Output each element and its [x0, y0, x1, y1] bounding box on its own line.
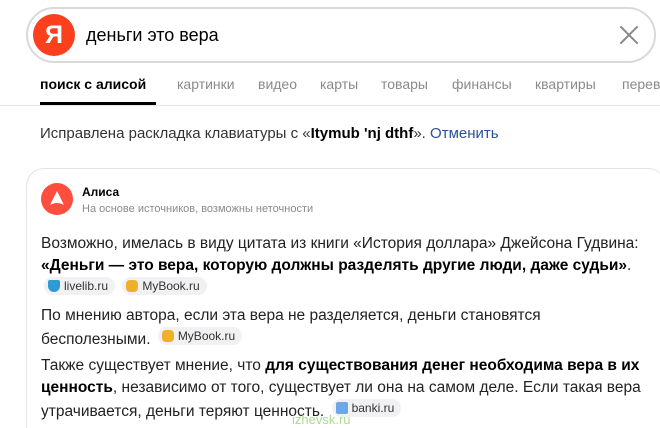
watermark: izhevsk.ru [292, 412, 351, 427]
alisa-answer-card: Алиса На основе источников, возможны нет… [26, 168, 660, 428]
tab-alisa[interactable]: поиск с алисой [40, 76, 146, 92]
search-bar: Я [26, 7, 656, 63]
p2-text: По мнению автора, если эта вера не разде… [41, 307, 541, 348]
tab-maps[interactable]: карты [320, 76, 358, 92]
source-label: MyBook.ru [142, 279, 200, 293]
mybook-icon [161, 330, 174, 342]
tab-video[interactable]: видео [258, 76, 297, 92]
source-label: MyBook.ru [177, 329, 236, 343]
tab-products[interactable]: товары [381, 76, 428, 92]
tab-translate[interactable]: перев [622, 76, 660, 92]
fix-note-suffix: ». [413, 125, 431, 142]
undo-link[interactable]: Отменить [430, 125, 499, 142]
tab-apartments[interactable]: квартиры [535, 76, 596, 92]
source-label: banki.ru [351, 401, 395, 415]
yandex-logo[interactable]: Я [33, 14, 75, 56]
close-icon[interactable] [616, 22, 642, 48]
mybook-icon [126, 280, 139, 292]
livelib-icon [48, 280, 60, 292]
p3-text-1: Также существует мнение, что [41, 357, 266, 374]
p1-end: . [627, 257, 632, 274]
fix-note-prefix: Исправлена раскладка клавиатуры с « [40, 125, 311, 142]
source-chip-mybook[interactable]: MyBook.ru [157, 327, 243, 345]
answer-paragraph-2: По мнению автора, если эта вера не разде… [41, 305, 651, 351]
source-chip-livelib[interactable]: livelib.ru [44, 277, 116, 295]
fix-note-original: Itymub 'nj dthf [310, 125, 414, 142]
p1-quote: «Деньги — это вера, которую должны разде… [41, 257, 627, 274]
search-tabs: поиск с алисой картинки видео карты това… [0, 68, 660, 106]
search-input[interactable] [86, 23, 556, 47]
tab-finance[interactable]: финансы [452, 76, 512, 92]
tab-images[interactable]: картинки [177, 76, 235, 92]
active-tab-indicator [40, 102, 156, 105]
alisa-icon [41, 183, 73, 215]
source-chip-mybook[interactable]: MyBook.ru [122, 277, 207, 295]
layout-fix-note: Исправлена раскладка клавиатуры с «Itymu… [40, 125, 499, 142]
p1-text: Возможно, имелась в виду цитата из книги… [41, 235, 639, 252]
source-label: livelib.ru [64, 279, 109, 293]
answer-paragraph-1: Возможно, имелась в виду цитата из книги… [41, 233, 651, 301]
alisa-disclaimer: На основе источников, возможны неточност… [82, 203, 314, 215]
alisa-name: Алиса [82, 185, 120, 199]
